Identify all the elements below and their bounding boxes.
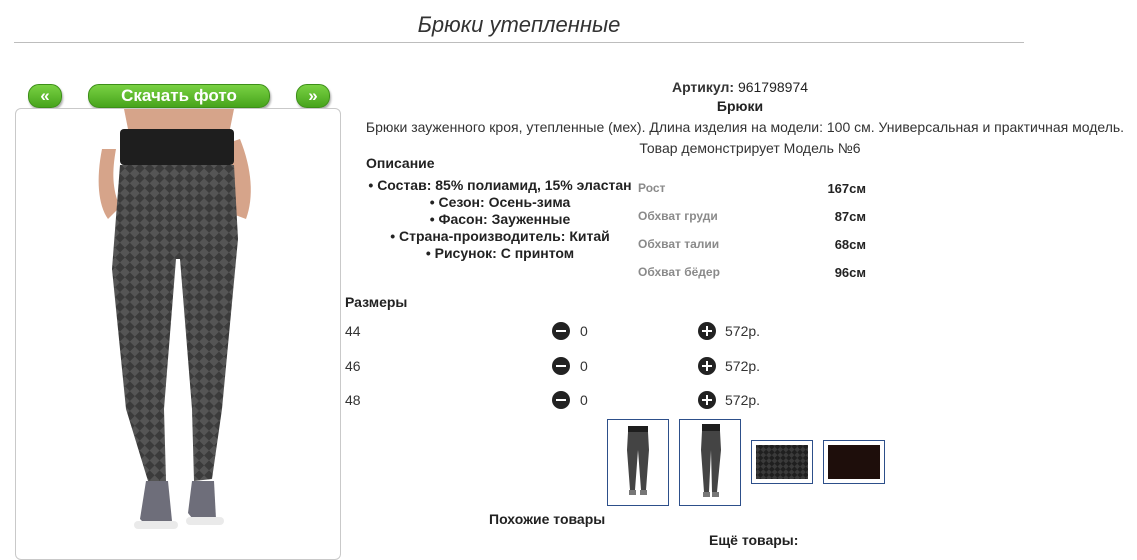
description-heading: Описание [366, 155, 435, 171]
next-photo-button[interactable]: » [296, 84, 330, 108]
param-value: 68см [834, 237, 866, 252]
lining-swatch-image [828, 445, 880, 479]
product-name: Брюки [716, 98, 764, 114]
download-photo-button[interactable]: Скачать фото [88, 84, 270, 108]
feature-item: Состав: 85% полиамид, 15% эластан [350, 177, 650, 194]
minus-circle-icon[interactable] [552, 391, 570, 409]
feature-item: Рисунок: С принтом [350, 245, 650, 262]
article-value: 961798974 [737, 79, 809, 95]
param-label: Рост [638, 181, 666, 195]
param-label: Обхват бёдер [638, 265, 720, 279]
param-value: 87см [834, 209, 866, 224]
quantity-value: 0 [580, 323, 588, 339]
size-label: 44 [345, 323, 361, 339]
sizes-heading: Размеры [345, 294, 408, 310]
thumbnail-fabric[interactable] [751, 440, 813, 484]
main-product-photo[interactable] [15, 108, 341, 560]
similar-products-heading: Похожие товары [489, 511, 606, 527]
model-params: Рост 167см Обхват груди 87см Обхват тали… [638, 181, 878, 293]
price: 572р. [725, 323, 761, 339]
size-label: 48 [345, 392, 361, 408]
feature-item: Страна-производитель: Китай [350, 228, 650, 245]
param-row: Обхват груди 87см [638, 209, 878, 237]
param-label: Обхват талии [638, 237, 720, 251]
param-row: Рост 167см [638, 181, 878, 209]
minus-circle-icon[interactable] [552, 357, 570, 375]
size-row: 46 0 572р. [345, 357, 805, 382]
param-row: Обхват бёдер 96см [638, 265, 878, 293]
title-divider [14, 42, 1024, 43]
plus-circle-icon[interactable] [698, 322, 716, 340]
price: 572р. [725, 358, 761, 374]
page-title: Брюки утепленные [417, 12, 621, 37]
plus-circle-icon[interactable] [698, 357, 716, 375]
thumbnail-image [627, 426, 649, 495]
pants-photo-image [98, 109, 251, 529]
prev-photo-button[interactable]: « [28, 84, 62, 108]
plus-circle-icon[interactable] [698, 391, 716, 409]
param-row: Обхват талии 68см [638, 237, 878, 265]
thumbnail-image [701, 424, 721, 497]
article-label: Артикул: [671, 79, 735, 95]
fabric-swatch-image [756, 445, 808, 479]
model-note: Товар демонстрирует Модель №6 [639, 140, 861, 156]
thumbnail-photo-1[interactable] [607, 419, 669, 506]
thumbnail-lining[interactable] [823, 440, 885, 484]
size-row: 48 0 572р. [345, 391, 805, 416]
param-value: 96см [834, 265, 866, 280]
feature-item: Фасон: Зауженные [350, 211, 650, 228]
price: 572р. [725, 392, 761, 408]
article-line: Артикул: 961798974 [345, 79, 1135, 95]
feature-list: Состав: 85% полиамид, 15% эластан Сезон:… [350, 177, 650, 262]
thumbnail-photo-2[interactable] [679, 419, 741, 506]
param-label: Обхват груди [638, 209, 718, 223]
quantity-value: 0 [580, 392, 588, 408]
param-value: 167см [827, 181, 866, 196]
more-products-heading: Ещё товары: [709, 532, 799, 548]
size-row: 44 0 572р. [345, 322, 805, 347]
feature-item: Сезон: Осень-зима [350, 194, 650, 211]
minus-circle-icon[interactable] [552, 322, 570, 340]
product-description: Брюки зауженного кроя, утепленные (мех).… [365, 119, 1125, 135]
quantity-value: 0 [580, 358, 588, 374]
size-label: 46 [345, 358, 361, 374]
